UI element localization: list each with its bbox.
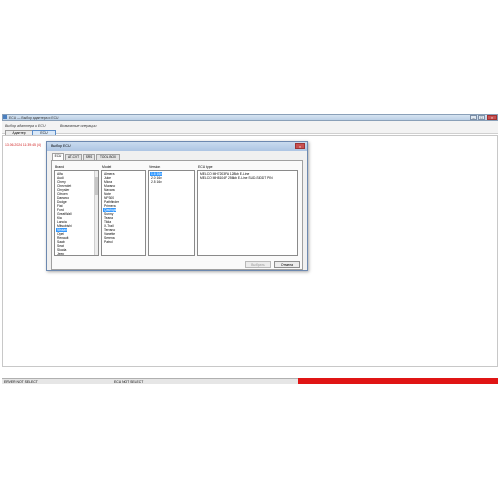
window-titlebar: ECU — Выбор адаптера и ECU (2, 114, 498, 121)
select-ecu-dialog: Выбор ECU × ECU AT-CVT SRS TOOL BOX Bran… (46, 141, 308, 271)
brand-header: Brand (55, 165, 65, 169)
tab-ecu[interactable]: ECU (52, 153, 64, 160)
minimize-button[interactable]: – (470, 115, 477, 120)
version-header: Version (149, 165, 161, 169)
select-button[interactable]: Выбрать (245, 261, 271, 268)
status-server: ERVER NOT SELECT (4, 380, 38, 384)
log-line: 13.06.2024 11:39:45 (4) (5, 143, 41, 147)
brand-scroll-thumb[interactable] (95, 177, 98, 195)
dialog-titlebar: Выбор ECU × (47, 142, 307, 151)
model-header: Model (102, 165, 112, 169)
cancel-button[interactable]: Отмена (274, 261, 300, 268)
close-button[interactable]: × (487, 115, 497, 120)
dialog-close-icon[interactable]: × (295, 143, 305, 149)
status-ecu: ECU NOT SELECT (114, 380, 144, 384)
menu-operations[interactable]: Возможные операции (60, 124, 97, 128)
ecutype-list-item[interactable]: MELCO MH8104F 256kb E-Line SUD-SIDDT PIN (199, 176, 273, 180)
brand-scrollbar[interactable] (94, 171, 98, 255)
model-listbox[interactable]: Almera Juke Micra Murano Navara Note NP300 Path… (101, 170, 146, 256)
ecutype-header: ECU type (198, 165, 213, 169)
menu-bar: Выбор адаптера и ECU Возможные операции … (2, 121, 498, 137)
menu-adapter-ecu[interactable]: Выбор адаптера и ECU (5, 124, 46, 128)
model-list-item[interactable]: Patrol (103, 240, 113, 244)
brand-listbox[interactable]: Alfa Audi Chery Chevrolet Chrysler Citroen Dae… (54, 170, 99, 256)
dialog-title: Выбор ECU (51, 144, 71, 148)
ecutype-listbox[interactable]: MELCO MH7203FA 128kb E-Line MELCO MH8104F… (197, 170, 298, 256)
version-list-item[interactable]: 2.5 16v (150, 180, 162, 184)
brand-list-item[interactable]: Jeep (56, 252, 64, 255)
maximize-button[interactable]: □ (478, 115, 485, 120)
app-icon (3, 115, 7, 119)
version-listbox[interactable]: 1.6 16v 2.0 16v 2.5 16v (148, 170, 195, 256)
status-error-indicator (298, 378, 498, 384)
